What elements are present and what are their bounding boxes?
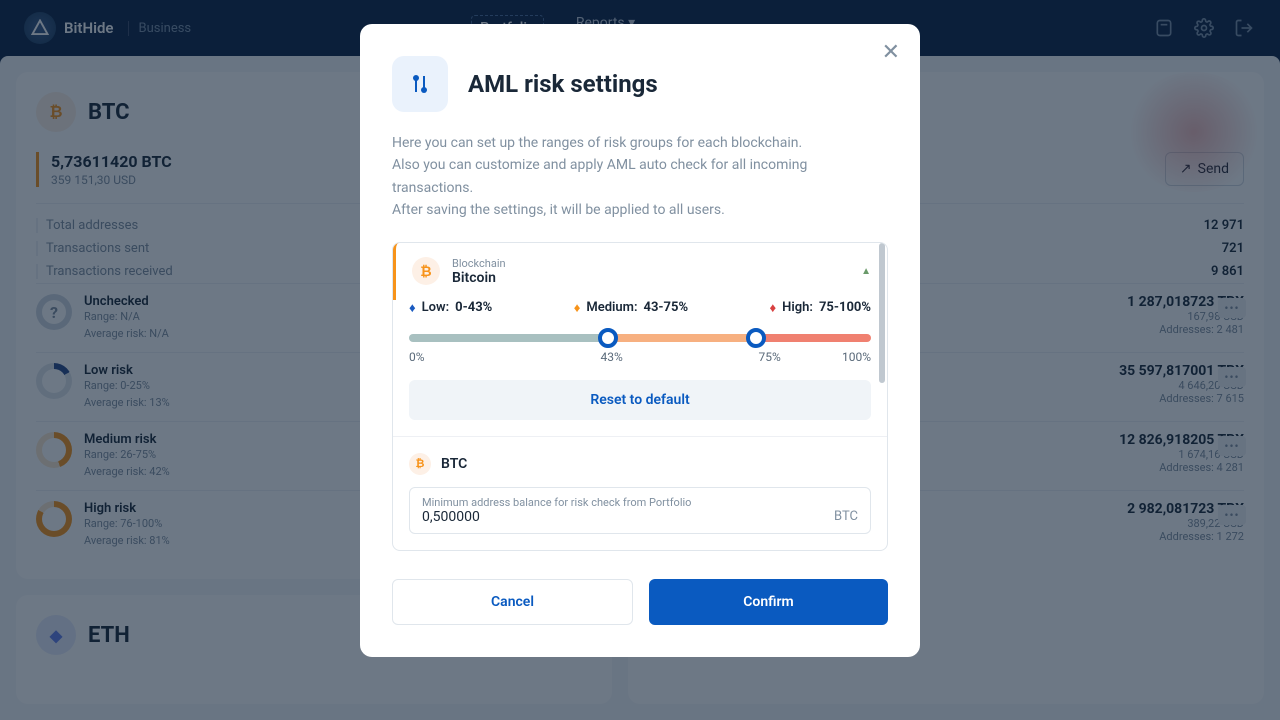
min-balance-field[interactable] [422,509,771,525]
flame-icon: ♦ [574,300,581,316]
cancel-button[interactable]: Cancel [392,579,633,625]
aml-settings-modal: ✕ AML risk settings Here you can set up … [360,24,920,657]
close-icon[interactable]: ✕ [882,40,900,65]
modal-title: AML risk settings [468,70,658,98]
slider-h1-label: 43% [600,350,622,364]
risk-slider[interactable] [409,334,871,342]
blockchain-settings-panel: ₿ Blockchain Bitcoin ▲ ♦Low: 0-43% ♦Medi… [392,242,888,551]
blockchain-label: Blockchain [452,257,849,270]
modal-overlay[interactable]: ✕ AML risk settings Here you can set up … [0,0,1280,720]
min-balance-section: ₿ BTC Minimum address balance for risk ch… [393,436,887,550]
confirm-button[interactable]: Confirm [649,579,888,625]
reset-button[interactable]: Reset to default [409,380,871,420]
slider-handle-high[interactable] [746,328,766,348]
settings-sliders-icon [392,56,448,112]
min-balance-unit: BTC [834,509,858,524]
slider-max-label: 100% [842,350,871,364]
min-balance-label: Minimum address balance for risk check f… [422,496,858,509]
chevron-up-icon[interactable]: ▲ [861,266,871,277]
blockchain-name: Bitcoin [452,270,849,286]
flame-icon: ♦ [770,300,777,316]
slider-handle-low[interactable] [598,328,618,348]
slider-min-label: 0% [409,350,425,364]
modal-description: Here you can set up the ranges of risk g… [392,132,888,222]
btc-icon: ₿ [409,453,431,475]
btc-icon: ₿ [412,257,440,285]
slider-h2-label: 75% [759,350,781,364]
blockchain-selector[interactable]: ₿ Blockchain Bitcoin ▲ [393,243,887,300]
flame-icon: ♦ [409,300,416,316]
min-balance-input-group[interactable]: Minimum address balance for risk check f… [409,487,871,534]
risk-ranges: ♦Low: 0-43% ♦Medium: 43-75% ♦High: 75-10… [393,300,887,316]
